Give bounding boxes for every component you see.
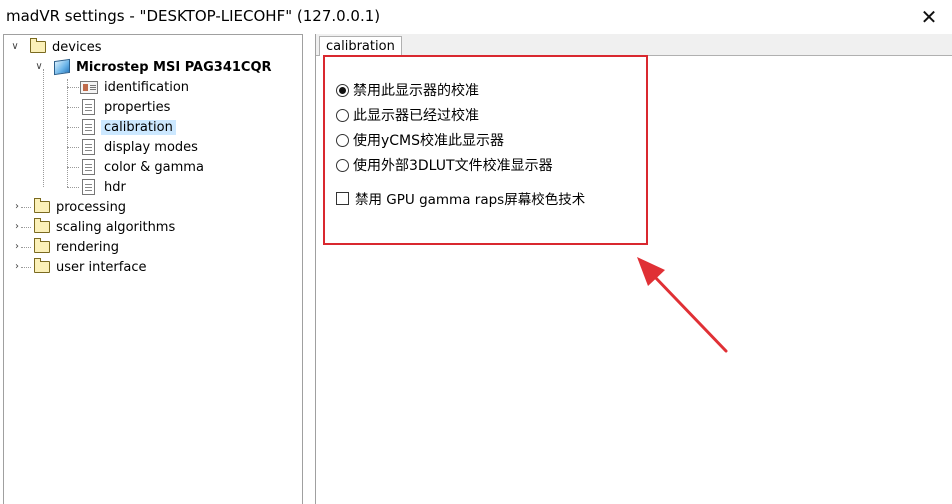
annotation-arrow-icon (637, 257, 728, 353)
